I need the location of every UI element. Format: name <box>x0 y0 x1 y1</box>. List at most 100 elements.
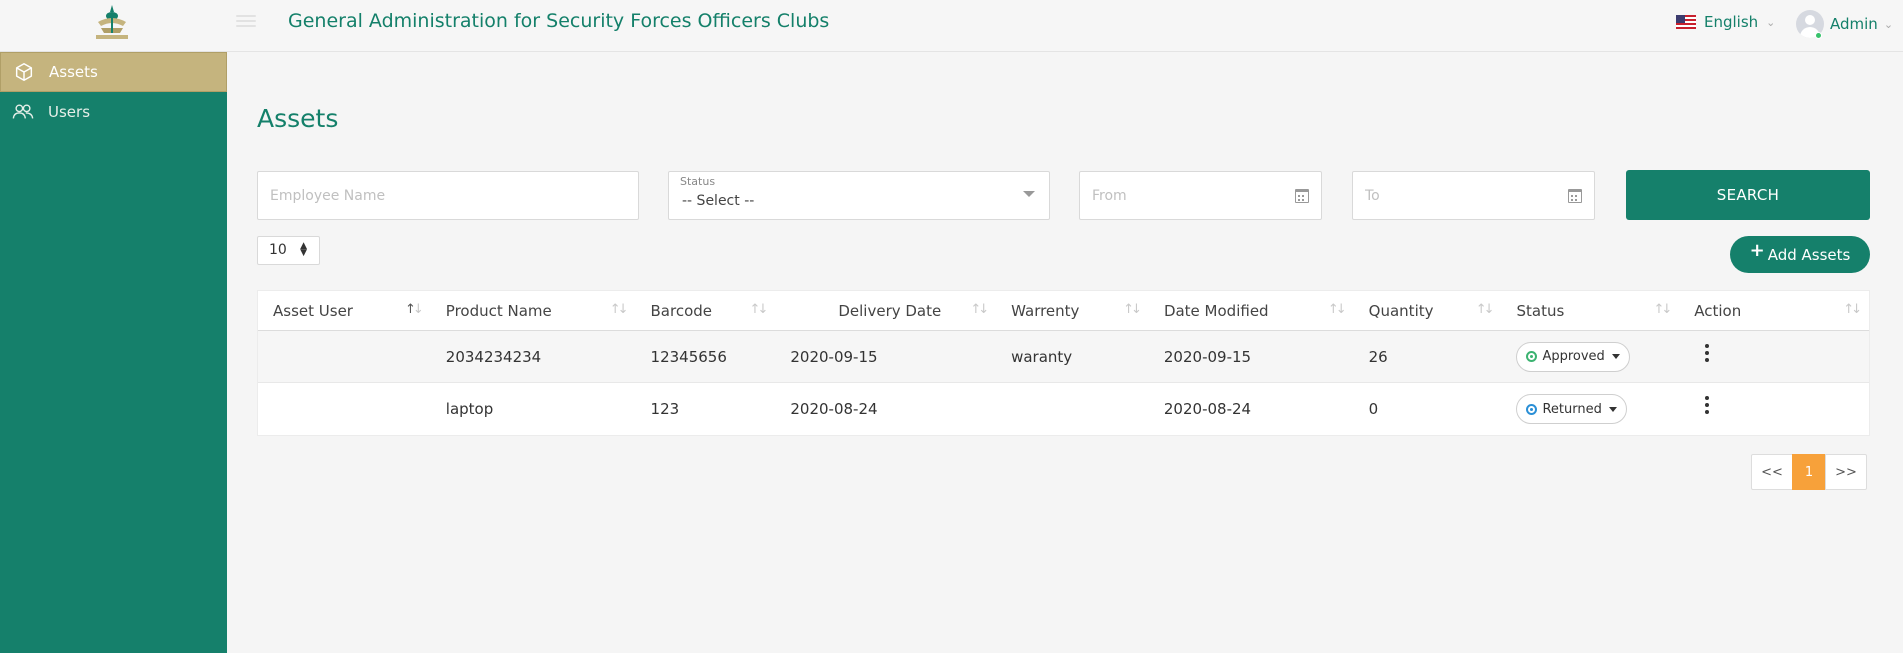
status-dropdown[interactable]: Returned <box>1516 394 1627 424</box>
status-value: -- Select -- <box>682 193 755 209</box>
sort-icon: ↑↓ <box>1123 302 1142 317</box>
caret-down-icon <box>1608 406 1617 412</box>
status-select[interactable]: Status -- Select -- <box>668 171 1050 220</box>
column-header-quantity[interactable]: Quantity ↑↓ <box>1354 291 1502 330</box>
sort-icon: ↑↓ <box>404 302 424 317</box>
table-row: 2034234234 12345656 2020-09-15 waranty 2… <box>258 331 1869 383</box>
assets-table: Asset User ↑↓ Product Name ↑↓ Barcode ↑↓ De… <box>257 290 1870 436</box>
plus-icon: + <box>1749 240 1765 261</box>
cell-barcode: 123 <box>650 400 680 418</box>
column-label: Product Name <box>445 301 552 320</box>
to-date-field[interactable] <box>1352 171 1595 220</box>
cell-status: Approved <box>1501 331 1679 382</box>
cell-action <box>1679 331 1869 382</box>
page-title: Assets <box>257 104 339 133</box>
sidebar-item-label: Users <box>48 103 91 121</box>
cell-delivery-date: 2020-08-24 <box>790 400 878 418</box>
column-label: Warrenty <box>1011 301 1080 320</box>
column-header-status[interactable]: Status ↑↓ <box>1501 291 1679 330</box>
more-actions-icon[interactable] <box>1697 393 1717 417</box>
pagination: << 1 >> <box>1751 454 1867 490</box>
status-text: Returned <box>1542 401 1602 417</box>
language-selector[interactable]: English ⌄ <box>1676 13 1775 31</box>
us-flag-icon <box>1676 15 1696 29</box>
cell-quantity: 26 <box>1368 347 1388 366</box>
cell-barcode: 12345656 <box>650 347 727 366</box>
sort-arrows-icon: ▲ ▼ <box>300 241 307 258</box>
menu-toggle-icon[interactable] <box>236 12 256 32</box>
page-1-button[interactable]: 1 <box>1792 454 1826 490</box>
column-header-asset-user[interactable]: Asset User ↑↓ <box>258 291 431 330</box>
top-bar: General Administration for Security Forc… <box>0 0 1903 52</box>
column-header-product-name[interactable]: Product Name ↑↓ <box>431 291 636 330</box>
column-header-barcode[interactable]: Barcode ↑↓ <box>636 291 776 330</box>
user-name: Admin <box>1830 15 1878 33</box>
sidebar-item-label: Assets <box>49 63 98 81</box>
sidebar-item-assets[interactable]: Assets <box>0 52 227 92</box>
column-label: Barcode <box>650 301 713 320</box>
users-icon <box>12 104 34 119</box>
column-header-action[interactable]: Action ↑↓ <box>1679 291 1869 330</box>
column-label: Delivery Date <box>838 301 942 320</box>
status-dropdown[interactable]: Approved <box>1516 341 1630 372</box>
cell-product-name: laptop <box>445 400 494 418</box>
cell-product-name: 2034234234 <box>445 347 542 366</box>
prev-page-button[interactable]: << <box>1751 454 1793 490</box>
cell-action <box>1679 383 1869 435</box>
column-header-warrenty[interactable]: Warrenty ↑↓ <box>996 291 1149 330</box>
chevron-down-icon: ⌄ <box>1766 15 1776 29</box>
add-assets-label: Add Assets <box>1767 245 1851 264</box>
cell-quantity: 0 <box>1368 400 1379 418</box>
sidebar: Assets Users <box>0 52 227 653</box>
cell-delivery-date: 2020-09-15 <box>790 347 878 366</box>
page-size-value: 10 <box>269 242 287 258</box>
cell-date-modified: 2020-09-15 <box>1163 347 1252 366</box>
user-menu[interactable]: Admin ⌄ <box>1796 10 1893 38</box>
cell-status: Returned <box>1501 383 1679 435</box>
from-date-input[interactable] <box>1080 172 1321 219</box>
sort-icon: ↑↓ <box>1653 302 1672 317</box>
sort-icon: ↑↓ <box>970 302 989 317</box>
sort-icon: ↑↓ <box>1327 302 1347 317</box>
column-label: Asset User <box>273 301 353 320</box>
status-label: Status <box>680 175 716 188</box>
search-button[interactable]: SEARCH <box>1626 170 1870 220</box>
logo[interactable] <box>90 2 134 44</box>
employee-name-field[interactable] <box>257 171 639 220</box>
cube-icon <box>15 63 33 81</box>
more-actions-icon[interactable] <box>1697 341 1717 365</box>
cell-asset-user <box>258 331 431 382</box>
calendar-icon[interactable] <box>1568 189 1582 203</box>
to-date-input[interactable] <box>1353 172 1594 219</box>
language-label: English <box>1704 13 1759 31</box>
column-header-date-modified[interactable]: Date Modified ↑↓ <box>1149 291 1354 330</box>
next-page-button[interactable]: >> <box>1825 454 1867 490</box>
column-label: Status <box>1516 301 1565 320</box>
online-status-icon <box>1815 32 1822 39</box>
sidebar-item-users[interactable]: Users <box>0 92 227 132</box>
cell-warrenty <box>996 383 1149 435</box>
caret-down-icon <box>1023 191 1035 197</box>
status-text: Approved <box>1542 349 1605 364</box>
employee-name-input[interactable] <box>258 172 638 219</box>
table-row: laptop 123 2020-08-24 2020-08-24 0 Retur… <box>258 383 1869 435</box>
column-label: Action <box>1694 301 1742 320</box>
table-header: Asset User ↑↓ Product Name ↑↓ Barcode ↑↓ De… <box>258 291 1869 331</box>
app-title: General Administration for Security Forc… <box>288 10 830 32</box>
approved-status-icon <box>1526 351 1538 362</box>
from-date-field[interactable] <box>1079 171 1322 220</box>
column-label: Date Modified <box>1163 301 1269 320</box>
sort-icon: ↑↓ <box>609 302 629 317</box>
returned-status-icon <box>1526 403 1538 415</box>
sort-icon: ↑↓ <box>1475 302 1495 317</box>
caret-down-icon <box>1611 354 1620 359</box>
column-header-delivery-date[interactable]: Delivery Date ↑↓ <box>775 291 996 330</box>
page-size-select[interactable]: 10 ▲ ▼ <box>257 236 320 265</box>
calendar-icon[interactable] <box>1295 189 1309 203</box>
add-assets-button[interactable]: + Add Assets <box>1730 236 1870 273</box>
column-label: Quantity <box>1368 301 1434 320</box>
chevron-down-icon: ⌄ <box>1883 17 1894 31</box>
cell-date-modified: 2020-08-24 <box>1163 400 1252 418</box>
cell-asset-user <box>258 383 431 435</box>
sort-icon: ↑↓ <box>1843 302 1862 317</box>
